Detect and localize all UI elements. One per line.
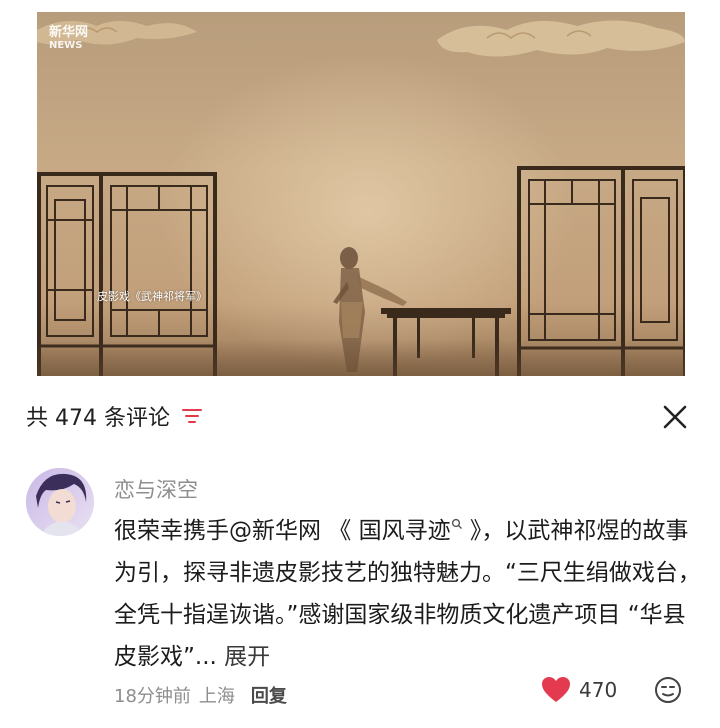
comment-text: 很荣幸携手@新华网 《 国风寻迹 》，以武神祁煜的故事为引，探寻非遗皮影技艺的独… — [114, 510, 704, 678]
video-area[interactable]: 新华网 NEWS 皮影戏《武神祁将军》 — [0, 0, 720, 400]
ellipsis: ... — [194, 644, 225, 670]
video-caption: 皮影戏《武神祁将军》 — [97, 290, 207, 303]
topic-open: 《 — [321, 518, 359, 544]
mention-link[interactable]: @新华网 — [229, 518, 321, 544]
comment-username[interactable]: 恋与深空 — [114, 474, 198, 504]
comment-count: 共 474 条评论 — [26, 406, 170, 431]
sort-lines-icon[interactable] — [181, 407, 202, 425]
close-icon[interactable] — [662, 404, 688, 430]
xinhua-watermark: 新华网 NEWS — [49, 22, 109, 56]
watermark-logo: 新华网 — [49, 25, 89, 40]
screen: 新华网 NEWS 皮影戏《武神祁将军》 共 474 条评论 恋与深空 很荣幸携手… — [0, 0, 720, 728]
expand-button[interactable]: 展开 — [224, 644, 270, 670]
comment-meta: 18分钟前 上海 回复 — [114, 682, 287, 708]
emoji-face-icon[interactable] — [654, 676, 682, 704]
comment-location: 上海 — [198, 686, 235, 707]
topic-link[interactable]: 国风寻迹 — [359, 518, 463, 544]
comment-text-start: 很荣幸携手 — [114, 518, 229, 544]
watermark-sub: NEWS — [49, 40, 83, 51]
reply-button[interactable]: 回复 — [251, 682, 287, 708]
topic-label: 国风寻迹 — [358, 518, 451, 544]
avatar[interactable] — [26, 468, 94, 536]
search-icon — [451, 518, 462, 529]
cloud-decoration-right — [437, 20, 685, 57]
comment-time: 18分钟前 — [114, 686, 191, 707]
like-count: 470 — [579, 677, 618, 702]
video-frame[interactable]: 新华网 NEWS 皮影戏《武神祁将军》 — [37, 12, 685, 400]
sheet-header: 共 474 条评论 — [26, 400, 202, 432]
comment-sheet: 共 474 条评论 恋与深空 很荣幸携手@新华网 《 国风寻迹 》，以武神祁煜的… — [0, 376, 720, 728]
heart-icon — [542, 677, 570, 702]
like-button[interactable]: 470 — [541, 676, 617, 703]
